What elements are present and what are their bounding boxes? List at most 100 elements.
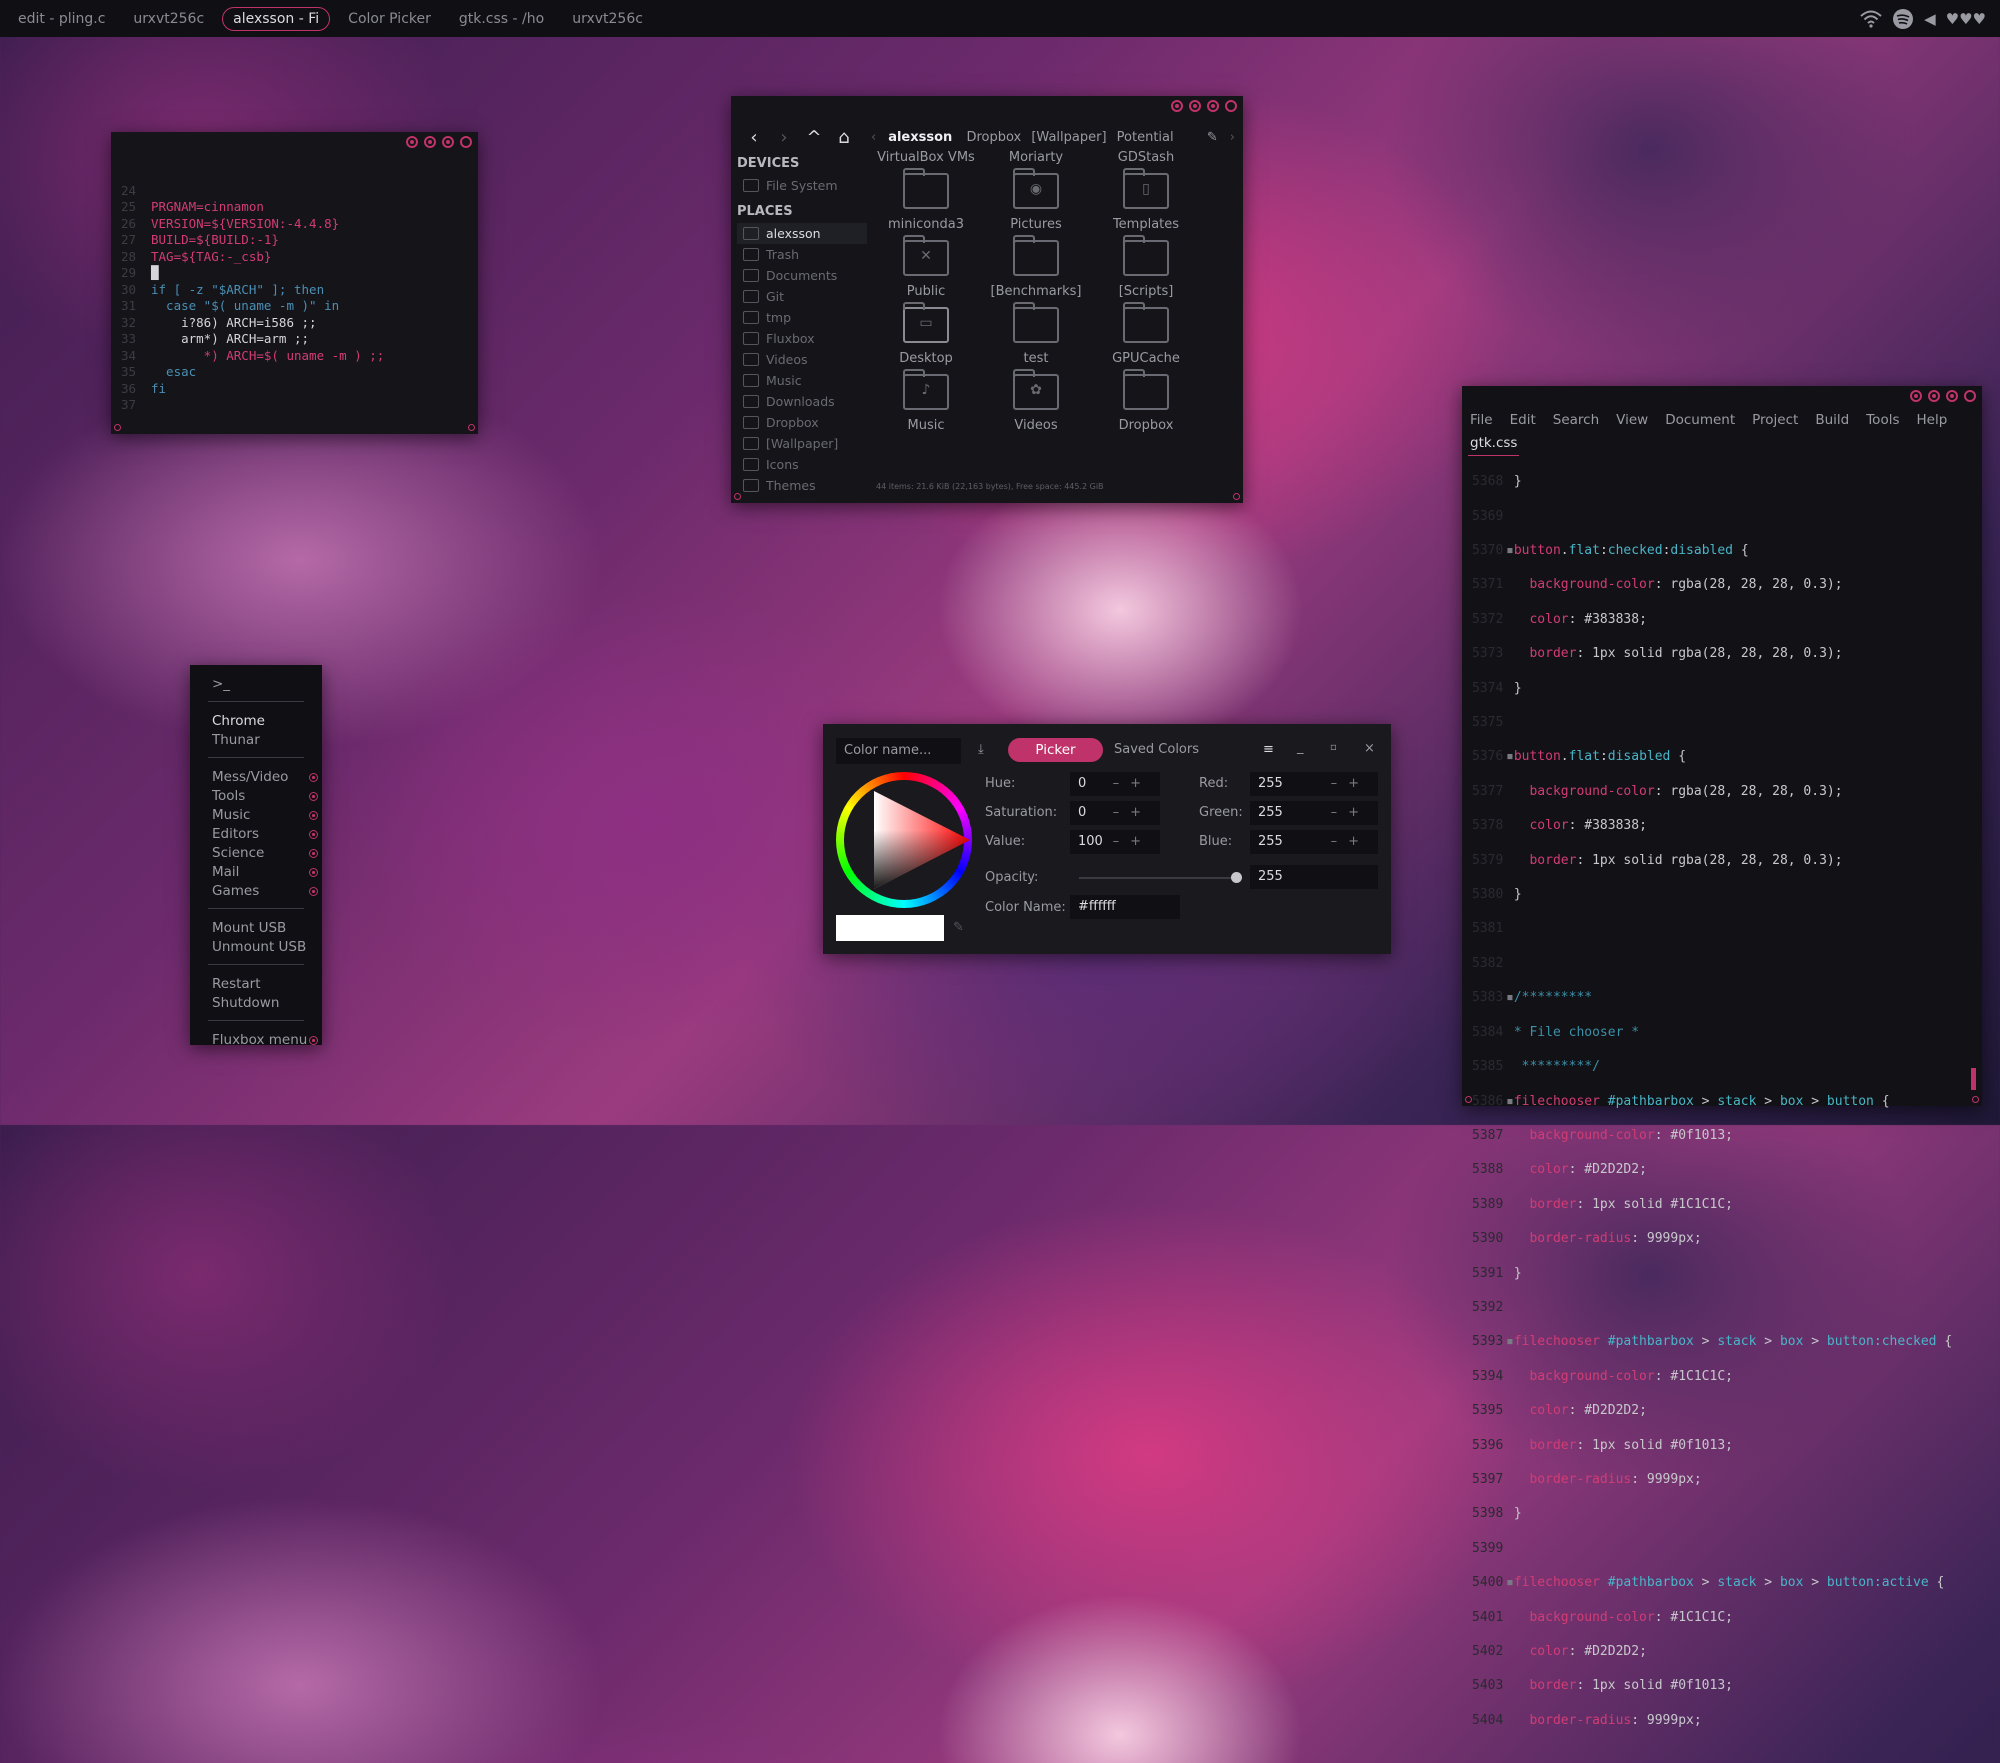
close-icon[interactable] [460, 136, 472, 148]
file-item[interactable]: Moriarty [981, 150, 1091, 165]
home-icon[interactable]: ⌂ [829, 127, 859, 148]
shade-icon[interactable] [1946, 390, 1958, 402]
color-name-field[interactable]: #ffffff [1070, 895, 1180, 919]
taskbar-tab[interactable]: urxvt256c [123, 8, 214, 30]
breadcrumb-right-icon[interactable]: › [1230, 130, 1235, 145]
sidebar-item-filesystem[interactable]: File System [737, 175, 867, 196]
sticky-icon[interactable] [1189, 100, 1201, 112]
menu-icon[interactable]: ≡ [1263, 742, 1274, 757]
sidebar-item-videos[interactable]: Videos [737, 349, 867, 370]
file-item[interactable]: [Benchmarks] [981, 235, 1091, 299]
menu-view[interactable]: View [1616, 412, 1648, 428]
sidebar-item-alexsson[interactable]: alexsson [737, 223, 867, 244]
taskbar-tab[interactable]: gtk.css - /ho [449, 8, 554, 30]
close-icon[interactable] [1964, 390, 1976, 402]
menu-terminal-prompt[interactable]: >_ [190, 675, 322, 694]
taskbar-tab-active[interactable]: alexsson - Fi [222, 6, 331, 31]
sidebar-item-git[interactable]: Git [737, 286, 867, 307]
breadcrumb-item[interactable]: alexsson [888, 130, 952, 145]
file-manager-window[interactable]: ‹ › ^ ⌂ ‹ alexsson Dropbox [Wallpaper] P… [731, 96, 1243, 503]
submenu-games[interactable]: Games [190, 882, 322, 901]
breadcrumb-item[interactable]: Dropbox [966, 130, 1021, 145]
sidebar-item-wallpaper[interactable]: [Wallpaper] [737, 433, 867, 454]
submenu-mail[interactable]: Mail [190, 863, 322, 882]
sidebar-item-fluxbox[interactable]: Fluxbox [737, 328, 867, 349]
menu-item-thunar[interactable]: Thunar [190, 731, 322, 750]
sidebar-item-music[interactable]: Music [737, 370, 867, 391]
sticky-icon[interactable] [1928, 390, 1940, 402]
breadcrumb-left-icon[interactable]: ‹ [871, 130, 876, 145]
maximize-icon[interactable] [406, 136, 418, 148]
tab-saved-colors[interactable]: Saved Colors [1114, 742, 1199, 757]
terminal-content[interactable]: 24 25 PRGNAM=cinnamon 26 VERSION=${VERSION:-… [121, 166, 384, 447]
sidebar-item-dropbox[interactable]: Dropbox [737, 412, 867, 433]
file-item[interactable]: ▭ Desktop [871, 302, 981, 366]
menu-item-mount-usb[interactable]: Mount USB [190, 919, 322, 938]
taskbar-tab[interactable]: Color Picker [338, 8, 441, 30]
opacity-slider-thumb[interactable] [1231, 872, 1242, 883]
menu-item-unmount-usb[interactable]: Unmount USB [190, 938, 322, 957]
tab-picker[interactable]: Picker [1008, 738, 1103, 762]
minimize-icon[interactable]: _ [1297, 740, 1304, 755]
sidebar-item-tmp[interactable]: tmp [737, 307, 867, 328]
file-item[interactable]: GDStash [1091, 150, 1201, 165]
file-item[interactable]: ▯ Templates [1091, 168, 1201, 232]
resize-grip[interactable] [1972, 1096, 1979, 1103]
sidebar-item-trash[interactable]: Trash [737, 244, 867, 265]
menu-item-chrome[interactable]: Chrome [190, 712, 322, 731]
opacity-field[interactable]: 255 [1250, 865, 1378, 889]
submenu-science[interactable]: Science [190, 844, 322, 863]
file-item[interactable]: VirtualBox VMs [871, 150, 981, 165]
forward-icon[interactable]: › [769, 127, 799, 148]
sidebar-item-icons[interactable]: Icons [737, 454, 867, 475]
edit-path-icon[interactable]: ✎ [1207, 130, 1218, 145]
terminal-window[interactable]: 24 25 PRGNAM=cinnamon 26 VERSION=${VERSION:-… [111, 132, 478, 434]
resize-grip[interactable] [468, 424, 475, 431]
up-icon[interactable]: ^ [799, 127, 829, 148]
submenu-fluxbox[interactable]: Fluxbox menu [190, 1031, 322, 1050]
breadcrumb-item[interactable]: Potential [1117, 130, 1174, 145]
scrollbar[interactable] [1971, 1068, 1976, 1090]
maximize-icon[interactable] [1910, 390, 1922, 402]
submenu-tools[interactable]: Tools [190, 787, 322, 806]
file-item[interactable]: ♪ Music [871, 369, 981, 433]
menu-project[interactable]: Project [1752, 412, 1798, 428]
submenu-messvideo[interactable]: Mess/Video [190, 768, 322, 787]
maximize-icon[interactable] [1171, 100, 1183, 112]
red-spinner[interactable]: 255 –+ [1250, 772, 1378, 796]
file-item[interactable]: test [981, 302, 1091, 366]
code-area[interactable]: 5368 } 5369 5370 ▪button.flat:checked:dis… [1462, 456, 1952, 1763]
close-icon[interactable]: × [1364, 741, 1375, 756]
volume-icon[interactable]: ◀ [1924, 10, 1936, 28]
blue-spinner[interactable]: 255 –+ [1250, 830, 1378, 854]
menu-edit[interactable]: Edit [1510, 412, 1536, 428]
back-icon[interactable]: ‹ [739, 127, 769, 148]
editor-tab[interactable]: gtk.css [1467, 435, 1520, 456]
file-item[interactable]: ◉ Pictures [981, 168, 1091, 232]
sticky-icon[interactable] [424, 136, 436, 148]
breadcrumb-item[interactable]: [Wallpaper] [1031, 130, 1106, 145]
download-icon[interactable]: ⤓ [978, 742, 984, 757]
editor-window[interactable]: File Edit Search View Document Project Build To… [1462, 386, 1982, 1728]
resize-grip[interactable] [114, 424, 121, 431]
menu-build[interactable]: Build [1815, 412, 1849, 428]
submenu-music[interactable]: Music [190, 806, 322, 825]
taskbar-tab[interactable]: urxvt256c [562, 8, 653, 30]
resize-grip[interactable] [1465, 1096, 1472, 1103]
eyedropper-icon[interactable]: ✎ [953, 920, 964, 935]
file-item[interactable]: ✿ Videos [981, 369, 1091, 433]
resize-grip[interactable] [1233, 493, 1240, 500]
sidebar-item-downloads[interactable]: Downloads [737, 391, 867, 412]
color-name-search[interactable]: Color name... [836, 738, 961, 764]
file-item[interactable]: Dropbox [1091, 369, 1201, 433]
sidebar-item-documents[interactable]: Documents [737, 265, 867, 286]
taskbar-tab[interactable]: edit - pling.c [8, 8, 115, 30]
opacity-slider[interactable] [1079, 872, 1242, 883]
hue-spinner[interactable]: 0 –+ [1070, 772, 1160, 796]
file-item[interactable]: [Scripts] [1091, 235, 1201, 299]
saturation-spinner[interactable]: 0 –+ [1070, 801, 1160, 825]
resize-grip[interactable] [734, 493, 741, 500]
file-item[interactable]: GPUCache [1091, 302, 1201, 366]
value-spinner[interactable]: 100 –+ [1070, 830, 1160, 854]
maximize-icon[interactable]: ▫ [1330, 742, 1337, 753]
